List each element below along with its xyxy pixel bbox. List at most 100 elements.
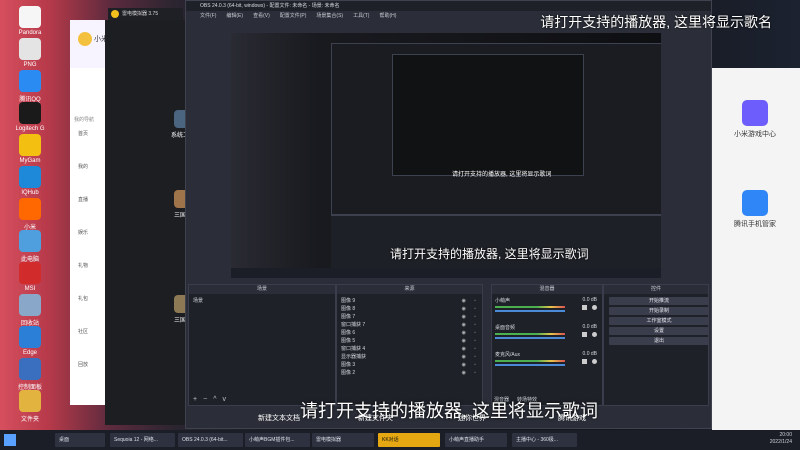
desktop-icon[interactable]: 控制面板 (8, 358, 52, 391)
speaker-icon[interactable] (582, 305, 587, 310)
obs-control-button[interactable]: 开始推流 (609, 297, 709, 305)
lock-icon[interactable]: ▫ (474, 353, 476, 361)
game-center-menu-item[interactable]: 首页 (78, 130, 108, 137)
right-desktop-icon[interactable]: 小米游戏中心 (725, 100, 785, 139)
scene-toolbar-button[interactable]: ^ (213, 396, 216, 403)
eye-icon[interactable]: ◉ (462, 353, 466, 361)
game-center-menu-item[interactable]: 礼包 (78, 295, 108, 302)
obs-menu-item[interactable]: 文件(F) (200, 13, 216, 19)
eye-icon[interactable]: ◉ (462, 337, 466, 345)
mixer-dock: 混音器 小萌声 0.0 dB 桌面音频 0.0 dB 麦克风/Aux 0.0 dB 混音器… (491, 284, 603, 406)
source-item[interactable]: 图像 5 ◉ ▫ (341, 337, 476, 345)
volume-slider[interactable] (495, 364, 565, 366)
obs-titlebar[interactable]: OBS 24.0.3 (64-bit, windows) - 配置文件: 未命名… (186, 1, 711, 11)
gear-icon[interactable] (592, 332, 597, 337)
desktop-icon[interactable]: MyGam (8, 134, 52, 164)
desktop-icon[interactable]: MSI (8, 262, 52, 292)
eye-icon[interactable]: ◉ (462, 321, 466, 329)
system-tray-clock[interactable]: 20:00 2022/1/24 (770, 432, 792, 446)
source-item[interactable]: 显示器捕获 ◉ ▫ (341, 353, 476, 361)
lock-icon[interactable]: ▫ (474, 313, 476, 321)
eye-icon[interactable]: ◉ (462, 361, 466, 369)
desktop-icon[interactable]: Pandora (8, 6, 52, 36)
desktop-bottom-label[interactable]: 迷你世界 (458, 413, 486, 423)
desktop-icon[interactable]: 小米 (8, 198, 52, 231)
obs-menu-item[interactable]: 工具(T) (353, 13, 369, 19)
lock-icon[interactable]: ▫ (474, 369, 476, 377)
eye-icon[interactable]: ◉ (462, 329, 466, 337)
game-center-menu-item[interactable]: 直播 (78, 196, 108, 203)
obs-menu-item[interactable]: 场景集合(S) (316, 13, 343, 19)
desktop-icon[interactable]: 回收站 (8, 294, 52, 327)
scene-toolbar-button[interactable]: v (222, 396, 226, 403)
source-item[interactable]: 图像 8 ◉ ▫ (341, 305, 476, 313)
lock-icon[interactable]: ▫ (474, 305, 476, 313)
eye-icon[interactable]: ◉ (462, 305, 466, 313)
desktop-bottom-label[interactable]: 新建文件夹 (358, 413, 393, 423)
taskbar-item[interactable]: Sequoia 12 - 网络... (110, 433, 175, 447)
obs-menu-item[interactable]: 编辑(E) (226, 13, 243, 19)
obs-menu-item[interactable]: 帮助(H) (379, 13, 396, 19)
taskbar-item[interactable]: 主播中心 - 360极... (512, 433, 577, 447)
desktop-icon[interactable]: IQHub (8, 166, 52, 196)
eye-icon[interactable]: ◉ (462, 345, 466, 353)
lock-icon[interactable]: ▫ (474, 345, 476, 353)
desktop-bottom-label[interactable]: 腾讯游戏 (558, 413, 586, 423)
volume-slider[interactable] (495, 337, 565, 339)
obs-control-button[interactable]: 工作室模式 (609, 317, 709, 325)
source-item[interactable]: 图像 7 ◉ ▫ (341, 313, 476, 321)
source-item[interactable]: 图像 2 ◉ ▫ (341, 369, 476, 377)
game-center-menu-item[interactable]: 娱乐 (78, 229, 108, 236)
lock-icon[interactable]: ▫ (474, 337, 476, 345)
lock-icon[interactable]: ▫ (474, 329, 476, 337)
lock-icon[interactable]: ▫ (474, 297, 476, 305)
source-item[interactable]: 窗口捕获 4 ◉ ▫ (341, 345, 476, 353)
taskbar-item[interactable]: OBS 24.0.3 (64-bit... (178, 433, 243, 447)
taskbar-item[interactable]: 小萌声直播助手 (445, 433, 507, 447)
source-item[interactable]: 图像 9 ◉ ▫ (341, 297, 476, 305)
lock-icon[interactable]: ▫ (474, 321, 476, 329)
desktop-icon[interactable]: Edge (8, 326, 52, 356)
desktop-icon[interactable]: PNG (8, 38, 52, 68)
taskbar-item[interactable]: 桌面 (55, 433, 105, 447)
scene-toolbar-button[interactable]: + (193, 396, 197, 403)
game-center-logo-icon (78, 32, 92, 46)
controls-dock: 控件 开始推流 开始录制 工作室模式 设置 退出 (603, 284, 709, 406)
game-center-menu-item[interactable]: 回放 (78, 361, 108, 368)
desktop-icon[interactable]: 腾讯QQ (8, 70, 52, 103)
scene-toolbar-button[interactable]: − (203, 396, 207, 403)
desktop-icon[interactable]: 此电脑 (8, 230, 52, 263)
right-desktop-icon[interactable]: 腾讯手机管家 (725, 190, 785, 229)
app-icon (19, 38, 41, 60)
speaker-icon[interactable] (582, 332, 587, 337)
source-item[interactable]: 窗口捕获 7 ◉ ▫ (341, 321, 476, 329)
taskbar-item[interactable]: KK对话 (378, 433, 440, 447)
lock-icon[interactable]: ▫ (474, 361, 476, 369)
volume-slider[interactable] (495, 310, 565, 312)
eye-icon[interactable]: ◉ (462, 313, 466, 321)
eye-icon[interactable]: ◉ (462, 369, 466, 377)
eye-icon[interactable]: ◉ (462, 297, 466, 305)
desktop-bottom-label[interactable]: 新建文本文档 (258, 413, 300, 423)
taskbar-item[interactable]: 雷电模拟器 (312, 433, 374, 447)
launcher-titlebar[interactable]: 雷电模拟器 3.75 (108, 8, 183, 20)
source-item[interactable]: 图像 6 ◉ ▫ (341, 329, 476, 337)
desktop-icon[interactable]: 文件夹 (8, 390, 52, 423)
taskbar-item[interactable]: 小萌声BGM插件包... (245, 433, 310, 447)
obs-menu-item[interactable]: 配置文件(P) (280, 13, 307, 19)
game-center-menu-item[interactable]: 礼物 (78, 262, 108, 269)
game-center-menu-item[interactable]: 我的 (78, 163, 108, 170)
gear-icon[interactable] (592, 359, 597, 364)
obs-control-button[interactable]: 设置 (609, 327, 709, 335)
scene-item[interactable]: 场景 (193, 297, 203, 305)
speaker-icon[interactable] (582, 359, 587, 364)
start-icon[interactable] (4, 434, 16, 446)
obs-control-button[interactable]: 退出 (609, 337, 709, 345)
obs-control-button[interactable]: 开始录制 (609, 307, 709, 315)
app-icon (19, 390, 41, 412)
game-center-menu-item[interactable]: 社区 (78, 328, 108, 335)
gear-icon[interactable] (592, 305, 597, 310)
desktop-icon[interactable]: Logitech G (8, 102, 52, 132)
source-item[interactable]: 图像 3 ◉ ▫ (341, 361, 476, 369)
obs-menu-item[interactable]: 查看(V) (253, 13, 270, 19)
